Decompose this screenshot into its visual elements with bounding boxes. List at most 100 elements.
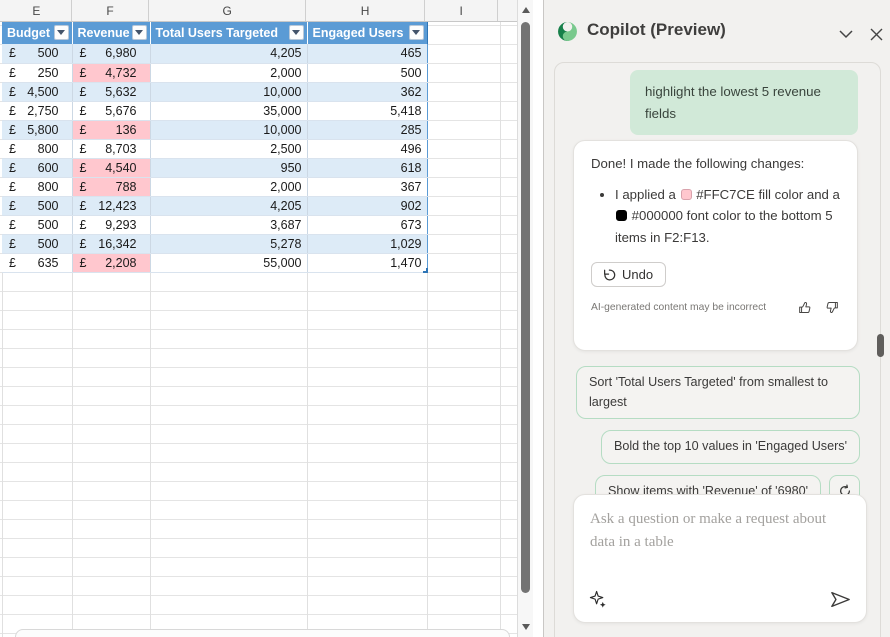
column-header-i[interactable]: I — [425, 0, 498, 21]
cell[interactable]: 496 — [307, 139, 427, 158]
cell[interactable]: 500 — [307, 63, 427, 82]
scrollbar-thumb[interactable] — [521, 22, 530, 593]
close-icon[interactable] — [866, 24, 886, 44]
cell[interactable]: 3,687 — [150, 215, 307, 234]
chevron-down-icon[interactable] — [836, 24, 856, 44]
thumbs-up-icon[interactable] — [797, 300, 812, 315]
header-total-users-targeted[interactable]: Total Users Targeted — [150, 22, 307, 44]
cell[interactable]: £5,676 — [72, 101, 150, 120]
cell[interactable]: £16,342 — [72, 234, 150, 253]
cell[interactable]: £500 — [2, 196, 72, 215]
highlighted-cell[interactable]: £2,208 — [72, 253, 150, 272]
header-revenue[interactable]: Revenue — [72, 22, 150, 44]
filter-dropdown-icon[interactable] — [409, 25, 424, 40]
suggestion-chips: Sort 'Total Users Targeted' from smalles… — [576, 366, 860, 508]
copilot-panel: Copilot (Preview) highlight the lowest 5… — [543, 0, 890, 637]
ai-disclaimer: AI-generated content may be incorrect — [591, 302, 766, 313]
cell[interactable]: 4,205 — [150, 44, 307, 63]
copilot-input[interactable] — [574, 495, 866, 581]
column-header-partial[interactable] — [498, 0, 517, 21]
cell[interactable]: £500 — [2, 215, 72, 234]
table-header-row: Budget Revenue Total Users Targeted Enga… — [2, 22, 427, 44]
header-engaged-users[interactable]: Engaged Users — [307, 22, 427, 44]
table-row: £800 £8,703 2,500 496 — [2, 139, 427, 158]
cell[interactable]: £800 — [2, 177, 72, 196]
highlighted-cell[interactable]: £4,540 — [72, 158, 150, 177]
cell[interactable]: £6,980 — [72, 44, 150, 63]
undo-button[interactable]: Undo — [591, 262, 666, 287]
table-row: £2,750 £5,676 35,000 5,418 — [2, 101, 427, 120]
filter-dropdown-icon[interactable] — [289, 25, 304, 40]
undo-icon — [602, 268, 616, 282]
cell[interactable]: 2,000 — [150, 177, 307, 196]
table-row: £500 £16,342 5,278 1,029 — [2, 234, 427, 253]
header-budget[interactable]: Budget — [2, 22, 72, 44]
suggestion-chip-sort[interactable]: Sort 'Total Users Targeted' from smalles… — [576, 366, 860, 419]
cell[interactable]: £600 — [2, 158, 72, 177]
cell[interactable]: 902 — [307, 196, 427, 215]
cell[interactable]: 367 — [307, 177, 427, 196]
table-row: £500 £6,980 4,205 465 — [2, 44, 427, 63]
cell[interactable]: 10,000 — [150, 120, 307, 139]
suggestion-chip-bold[interactable]: Bold the top 10 values in 'Engaged Users… — [601, 430, 860, 464]
panel-scrollbar-thumb[interactable] — [877, 334, 884, 357]
cell[interactable]: 950 — [150, 158, 307, 177]
filter-dropdown-icon[interactable] — [132, 25, 147, 40]
cell[interactable]: 35,000 — [150, 101, 307, 120]
column-header-e[interactable]: E — [2, 0, 72, 21]
cell[interactable]: £5,800 — [2, 120, 72, 139]
data-table: Budget Revenue Total Users Targeted Enga… — [2, 22, 428, 273]
table-row: £250 £4,732 2,000 500 — [2, 63, 427, 82]
bottom-overlay — [15, 629, 510, 637]
cell[interactable]: 2,500 — [150, 139, 307, 158]
fill-color-swatch — [681, 189, 692, 200]
cell[interactable]: £4,500 — [2, 82, 72, 101]
cell[interactable]: 362 — [307, 82, 427, 101]
sparkle-icon[interactable] — [589, 590, 608, 609]
thumbs-down-icon[interactable] — [825, 300, 840, 315]
cell[interactable]: £5,632 — [72, 82, 150, 101]
grid-vline — [500, 0, 501, 637]
cell[interactable]: 5,278 — [150, 234, 307, 253]
cell[interactable]: 5,418 — [307, 101, 427, 120]
cell[interactable]: £12,423 — [72, 196, 150, 215]
sheet-vertical-scrollbar[interactable] — [517, 0, 533, 637]
cell[interactable]: £500 — [2, 44, 72, 63]
cell[interactable]: £8,703 — [72, 139, 150, 158]
cell[interactable]: £2,750 — [2, 101, 72, 120]
highlighted-cell[interactable]: £788 — [72, 177, 150, 196]
cell[interactable]: 55,000 — [150, 253, 307, 272]
column-header-f[interactable]: F — [72, 0, 150, 21]
cell[interactable]: 618 — [307, 158, 427, 177]
column-header-h[interactable]: H — [306, 0, 426, 21]
copilot-logo-icon — [557, 21, 578, 42]
filter-dropdown-icon[interactable] — [54, 25, 69, 40]
cell[interactable]: £635 — [2, 253, 72, 272]
table-row: £600 £4,540 950 618 — [2, 158, 427, 177]
table-row: £500 £9,293 3,687 673 — [2, 215, 427, 234]
cell[interactable]: 285 — [307, 120, 427, 139]
cell[interactable]: £9,293 — [72, 215, 150, 234]
cell[interactable]: 1,470 — [307, 253, 427, 272]
send-icon[interactable] — [830, 590, 851, 609]
cell[interactable]: 465 — [307, 44, 427, 63]
header-label: Engaged Users — [313, 26, 404, 40]
cell[interactable]: 4,205 — [150, 196, 307, 215]
cell[interactable]: 1,029 — [307, 234, 427, 253]
scroll-down-icon[interactable] — [522, 624, 530, 630]
panel-title: Copilot (Preview) — [587, 20, 726, 40]
cell[interactable]: £250 — [2, 63, 72, 82]
cell[interactable]: £500 — [2, 234, 72, 253]
cell[interactable]: 2,000 — [150, 63, 307, 82]
cell[interactable]: £800 — [2, 139, 72, 158]
column-header-g[interactable]: G — [149, 0, 305, 21]
table-resize-handle[interactable] — [423, 268, 428, 273]
cell[interactable]: 673 — [307, 215, 427, 234]
copilot-response-card: Done! I made the following changes: I ap… — [573, 140, 858, 351]
scroll-up-icon[interactable] — [522, 7, 530, 13]
highlighted-cell[interactable]: £4,732 — [72, 63, 150, 82]
highlighted-cell[interactable]: £136 — [72, 120, 150, 139]
spreadsheet-grid[interactable]: E F G H I Budget Revenue Total Users Tar… — [0, 0, 517, 637]
cell[interactable]: 10,000 — [150, 82, 307, 101]
table-row: £800 £788 2,000 367 — [2, 177, 427, 196]
